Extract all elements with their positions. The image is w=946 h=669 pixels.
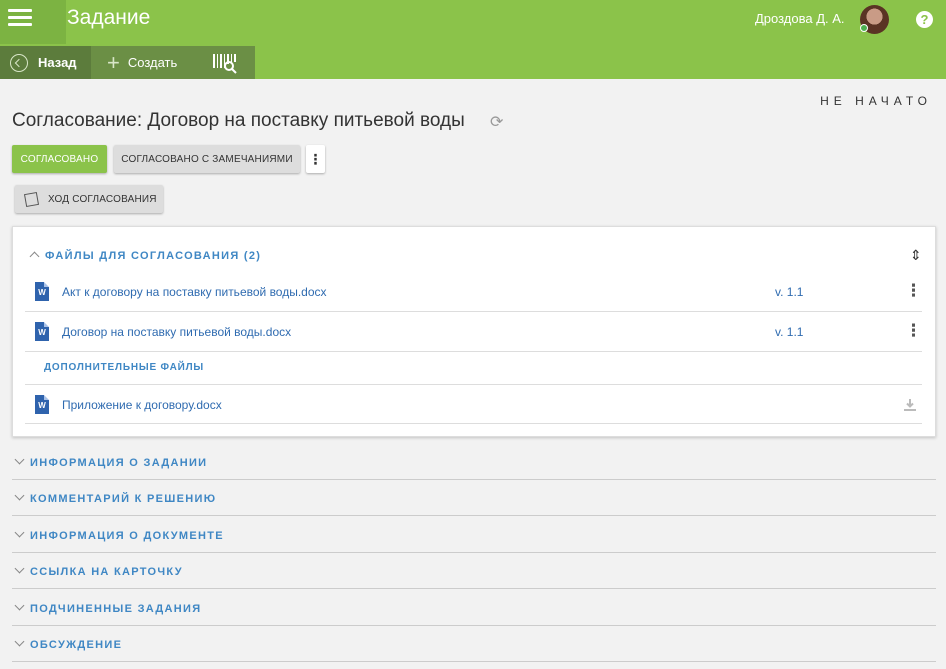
section-title: Подчиненные задания [30, 603, 202, 615]
online-status-icon [860, 24, 868, 32]
section-decision-comment[interactable]: Комментарий к решению [12, 480, 936, 516]
section-title: Ссылка на карточку [30, 566, 183, 578]
section-discussion[interactable]: Обсуждение [12, 626, 936, 662]
file-row[interactable]: W Приложение к договору.docx [25, 384, 922, 424]
additional-files-header: Дополнительные файлы [44, 362, 204, 373]
barcode-search-button[interactable] [212, 46, 242, 79]
section-title: Информация о задании [30, 457, 208, 469]
download-icon[interactable] [903, 398, 917, 412]
chevron-down-icon [14, 454, 25, 465]
more-vert-icon[interactable]: ⋮ [905, 322, 922, 339]
document-title: Согласование: Договор на поставку питьев… [12, 110, 465, 131]
chevron-down-icon [14, 490, 25, 501]
create-label: Создать [127, 55, 178, 70]
back-arrow-icon [10, 53, 28, 72]
section-header: Обсуждение [14, 636, 123, 651]
toolbar: Назад + Создать [0, 44, 946, 79]
help-icon[interactable]: ? [916, 11, 933, 28]
section-document-info[interactable]: Информация о документе [12, 517, 936, 553]
section-title: Комментарий к решению [30, 493, 217, 505]
file-name[interactable]: Акт к договору на поставку питьевой воды… [62, 285, 327, 299]
refresh-icon[interactable]: ⟳ [490, 112, 503, 132]
section-task-info[interactable]: Информация о задании [12, 444, 936, 480]
files-card: Файлы для согласования (2) ⇕ W Акт к дог… [12, 226, 936, 437]
task-status: НЕ НАЧАТО [820, 94, 932, 108]
section-header: Подчиненные задания [14, 600, 202, 615]
menu-icon[interactable] [0, 0, 66, 44]
section-header: Информация о задании [14, 454, 208, 469]
chevron-down-icon [14, 600, 25, 611]
more-actions-button[interactable]: ⋮ [306, 145, 325, 173]
files-section-header[interactable]: Файлы для согласования (2) [29, 250, 262, 262]
user-name[interactable]: Дроздова Д. А. [755, 11, 845, 26]
file-name[interactable]: Приложение к договору.docx [62, 398, 222, 412]
file-row[interactable]: W Акт к договору на поставку питьевой во… [25, 272, 922, 312]
more-vert-icon[interactable]: ⋮ [905, 282, 922, 299]
expand-collapse-icon[interactable]: ⇕ [910, 247, 922, 264]
file-version[interactable]: v. 1.1 [775, 285, 803, 299]
plus-icon: + [107, 49, 120, 75]
approve-with-remarks-button[interactable]: Согласовано с замечаниями [114, 145, 300, 173]
back-label: Назад [38, 55, 77, 70]
page-title: Задание [67, 6, 151, 29]
section-title: Информация о документе [30, 530, 224, 542]
chevron-down-icon [14, 563, 25, 574]
file-name[interactable]: Договор на поставку питьевой воды.docx [62, 325, 291, 339]
file-version[interactable]: v. 1.1 [775, 325, 803, 339]
chevron-down-icon [14, 636, 25, 647]
section-header: Комментарий к решению [14, 490, 217, 505]
section-header: Ссылка на карточку [14, 563, 183, 578]
approval-progress-button[interactable]: Ход согласования [15, 185, 163, 213]
word-document-icon: W [35, 395, 49, 414]
file-row[interactable]: W Договор на поставку питьевой воды.docx… [25, 312, 922, 352]
section-subtasks[interactable]: Подчиненные задания [12, 590, 936, 626]
chevron-down-icon [14, 527, 25, 538]
word-document-icon: W [35, 322, 49, 341]
word-document-icon: W [35, 282, 49, 301]
app-header: Задание Дроздова Д. А. ? [0, 0, 946, 44]
barcode-search-icon [213, 53, 237, 74]
approval-progress-label: Ход согласования [48, 193, 157, 205]
document-icon [23, 191, 40, 207]
section-title: Обсуждение [30, 639, 123, 651]
section-header: Информация о документе [14, 527, 224, 542]
chevron-up-icon [29, 251, 40, 262]
back-button[interactable]: Назад [0, 46, 91, 79]
create-button[interactable]: + Создать [91, 46, 200, 79]
approve-button[interactable]: Согласовано [12, 145, 107, 173]
files-section-title: Файлы для согласования (2) [45, 250, 262, 262]
section-card-link[interactable]: Ссылка на карточку [12, 553, 936, 589]
